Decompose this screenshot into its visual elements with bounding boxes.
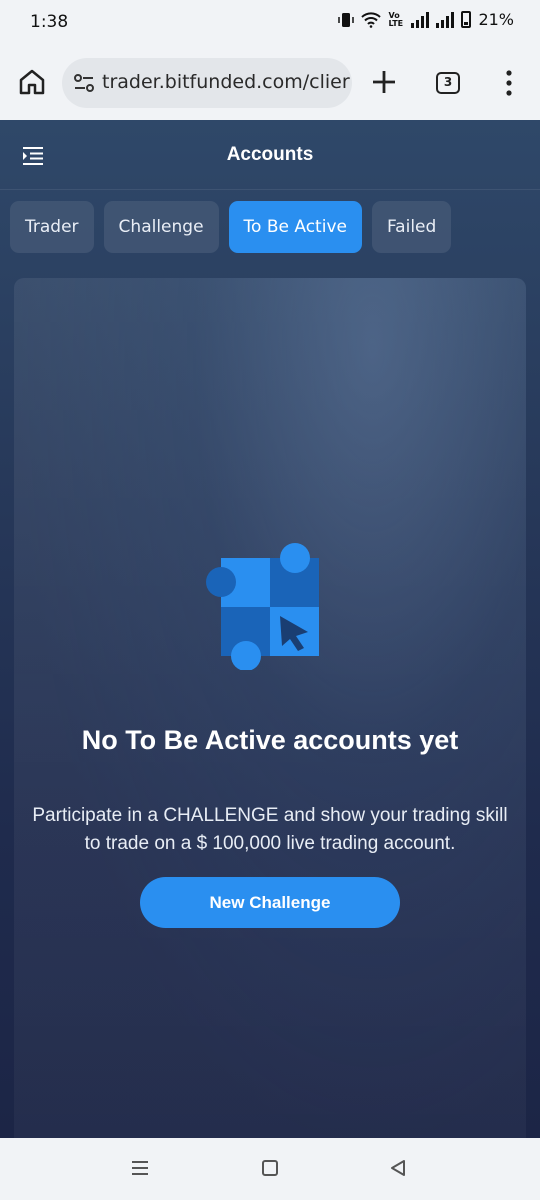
app-header: Accounts [0,120,540,190]
status-time: 1:38 [30,12,69,32]
recents-icon[interactable] [130,1160,150,1176]
wifi-icon [361,11,382,28]
site-settings-icon[interactable] [72,71,96,95]
url-text[interactable]: trader.bitfunded.com/clier [102,71,350,93]
new-challenge-button[interactable]: New Challenge [140,877,400,928]
empty-state-description: Participate in a CHALLENGE and show your… [10,802,530,858]
empty-state-title: No To Be Active accounts yet [81,725,459,755]
volte-label: Vo LTE [388,10,404,28]
signal-icon-2 [436,11,455,28]
more-vert-icon[interactable] [500,68,518,98]
address-bar[interactable]: trader.bitfunded.com/clier [62,58,352,108]
system-nav-bar [0,1138,540,1200]
status-icons: Vo LTE 21% [338,10,514,29]
browser-toolbar: trader.bitfunded.com/clier 3 [0,46,540,120]
back-icon[interactable] [388,1158,408,1178]
empty-state-card [14,278,526,1138]
tab-failed[interactable]: Failed [371,201,452,253]
app-viewport: Accounts Trader Challenge To Be Active F… [0,120,540,1138]
page-title: Accounts [226,144,314,165]
vibrate-icon [338,12,355,27]
empty-state-description-line2: to trade on a $ 100,000 live trading acc… [84,833,456,854]
home-icon[interactable] [16,66,48,98]
battery-percent: 21% [478,10,514,29]
tab-challenge[interactable]: Challenge [103,201,219,253]
status-bar: 1:38 Vo LTE 21% [0,0,540,46]
nav-home-icon[interactable] [262,1160,278,1176]
tab-switcher-button[interactable]: 3 [436,72,460,94]
tab-to-be-active[interactable]: To Be Active [228,201,362,253]
account-tabs: Trader Challenge To Be Active Failed [10,201,452,253]
plus-icon[interactable] [370,68,398,96]
puzzle-cursor-icon [206,543,319,670]
battery-icon [461,11,472,28]
tab-trader[interactable]: Trader [10,201,94,253]
empty-state-description-line1: Participate in a CHALLENGE and show your… [32,805,508,826]
signal-icon [411,11,430,28]
